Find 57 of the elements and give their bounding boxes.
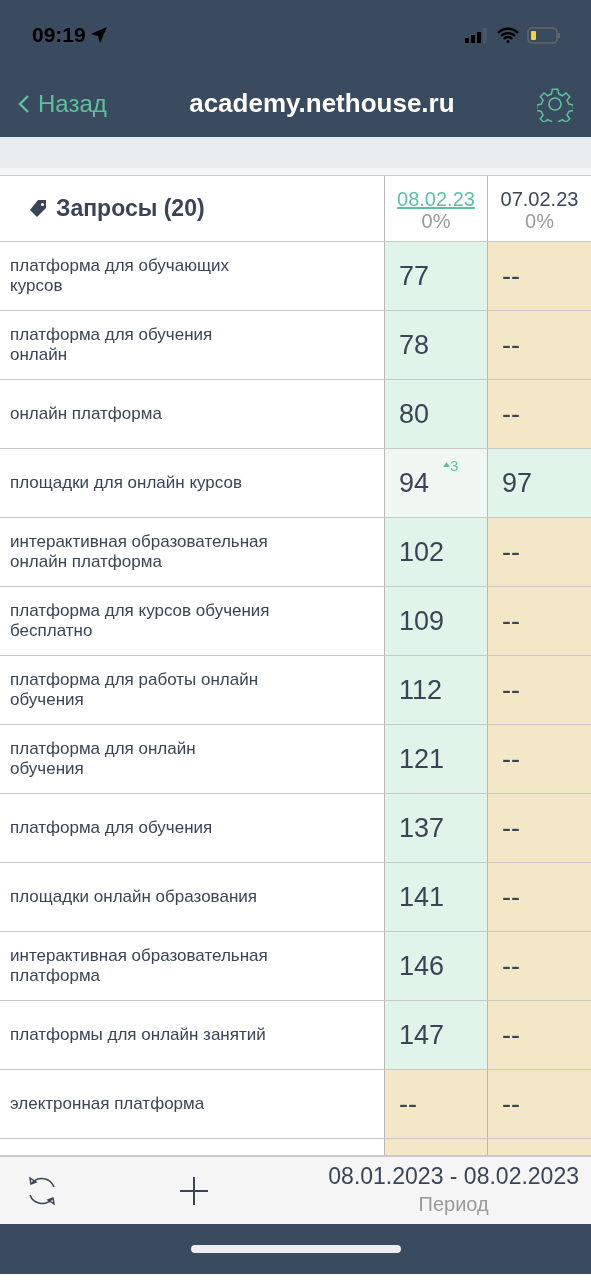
query-text: платформы для онлайн занятий: [10, 1025, 266, 1045]
query-text: интерактивная образовательная онлайн платформа: [10, 532, 269, 572]
table-title: Запросы (20): [56, 194, 205, 224]
position-value: --: [502, 811, 520, 845]
query-text: интерактивная образовательная платформа: [10, 946, 269, 986]
position-value: 121: [399, 742, 445, 776]
column-percent: 0%: [420, 210, 452, 232]
query-text: платформа для курсов обучения бесплатно: [10, 601, 271, 641]
position-value: --: [399, 1087, 417, 1121]
position-value: 80: [399, 397, 430, 431]
position-value: 77: [399, 259, 430, 293]
position-value: --: [502, 1018, 520, 1052]
position-value: 97: [502, 466, 533, 500]
up-arrow-icon: [443, 462, 450, 467]
position-change: 3: [450, 457, 459, 474]
position-value: 78: [399, 328, 430, 362]
query-text: площадки онлайн образования: [10, 887, 257, 907]
position-value: 137: [399, 811, 445, 845]
period-label: Период: [417, 1191, 490, 1217]
position-value: 146: [399, 949, 445, 983]
column-percent: 0%: [524, 210, 555, 232]
wifi-icon: [497, 27, 519, 43]
chevron-icon: [18, 93, 30, 114]
position-value: 102: [399, 535, 445, 569]
position-value: 147: [399, 1018, 445, 1052]
query-text: платформа для обучения онлайн: [10, 325, 214, 365]
query-text: электронная платформа: [10, 1094, 205, 1114]
location-icon: [89, 26, 108, 44]
signal-icon: [465, 27, 489, 43]
status-time: 09:19: [32, 22, 86, 49]
position-value: --: [502, 535, 520, 569]
position-value: --: [502, 397, 520, 431]
position-value: --: [502, 604, 520, 638]
position-value: --: [502, 673, 520, 707]
query-text: платформа для работы онлайн обучения: [10, 670, 260, 710]
position-value: 141: [399, 880, 445, 914]
position-value: 94: [399, 466, 430, 500]
query-text: онлайн платформа: [10, 404, 162, 424]
position-value: 112: [399, 673, 443, 707]
battery-icon: [527, 26, 561, 44]
column-date[interactable]: 07.02.23: [488, 188, 591, 210]
tag-icon: [28, 198, 48, 219]
query-text: платформа для онлайн обучения: [10, 739, 197, 779]
position-value: --: [502, 880, 520, 914]
query-text: площадки для онлайн курсов: [10, 473, 242, 493]
page-title: academy.nethouse.ru: [189, 87, 455, 120]
query-text: платформа для обучающих курсов: [10, 256, 230, 296]
position-value: --: [502, 1087, 520, 1121]
query-text: платформа для обучения: [10, 818, 213, 838]
back-button[interactable]: Назад: [18, 85, 107, 122]
add-icon[interactable]: [179, 1175, 210, 1206]
position-value: --: [502, 259, 520, 293]
position-value: --: [502, 328, 520, 362]
position-value: --: [502, 949, 520, 983]
position-value: 109: [399, 604, 445, 638]
period-range[interactable]: 08.01.2023 - 08.02.2023: [328, 1162, 579, 1189]
position-value: --: [502, 742, 520, 776]
